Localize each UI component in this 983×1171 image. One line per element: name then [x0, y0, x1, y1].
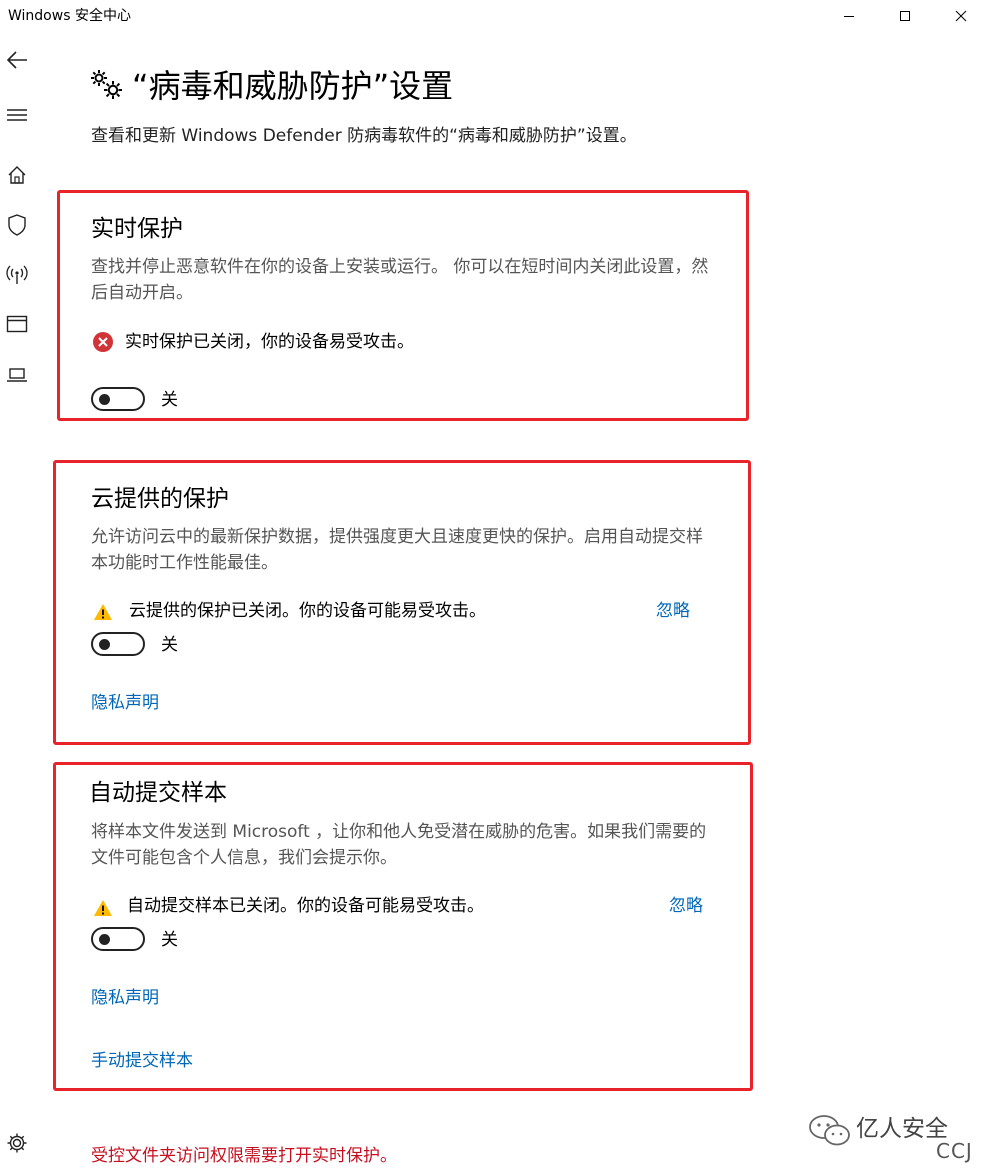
sidebar-item-virus-protection[interactable]	[4, 212, 30, 238]
toggle-knob	[99, 639, 110, 650]
close-button[interactable]	[938, 0, 983, 32]
cloud-protection-toggle-state: 关	[161, 635, 178, 655]
close-icon	[955, 10, 967, 22]
sample-submission-title: 自动提交样本	[89, 780, 227, 806]
error-circle-icon	[93, 332, 113, 352]
sample-submission-dismiss-link[interactable]: 忽略	[669, 894, 703, 918]
warning-triangle-icon	[94, 900, 112, 916]
sample-submission-description: 将样本文件发送到 Microsoft ，让你和他人免受潜在威胁的危害。如果我们需…	[91, 822, 707, 868]
sidebar-nav	[0, 32, 48, 1171]
sample-submission-status: 自动提交样本已关闭。你的设备可能易受攻击。	[127, 896, 484, 916]
realtime-protection-toggle-state: 关	[161, 390, 178, 410]
sidebar-item-app-browser[interactable]	[4, 311, 30, 337]
cloud-protection-toggle[interactable]	[91, 632, 145, 656]
hamburger-menu-icon	[7, 109, 27, 121]
controlled-folder-access-warning: 受控文件夹访问权限需要打开实时保护。	[91, 1146, 397, 1166]
gear-icon[interactable]	[6, 1132, 28, 1154]
maximize-button[interactable]	[882, 0, 928, 32]
toggle-knob	[99, 394, 110, 405]
cloud-protection-title: 云提供的保护	[91, 486, 229, 512]
cloud-protection-privacy-link[interactable]: 隐私声明	[91, 691, 159, 715]
realtime-protection-section: 实时保护 查找并停止恶意软件在你的设备上安装或运行。 你可以在短时间内关闭此设置…	[57, 190, 749, 421]
gears-icon	[91, 70, 122, 99]
sidebar-item-home[interactable]	[4, 162, 30, 188]
sample-submission-privacy-link[interactable]: 隐私声明	[91, 986, 159, 1010]
back-arrow-icon	[6, 51, 27, 69]
sample-submission-section: 自动提交样本 将样本文件发送到 Microsoft ，让你和他人免受潜在威胁的危…	[53, 762, 753, 1091]
watermark-sub: CCJ	[936, 1139, 973, 1163]
watermark: 亿人安全 CCJ	[808, 1112, 978, 1166]
cloud-protection-status: 云提供的保护已关闭。你的设备可能易受攻击。	[129, 601, 486, 621]
wireless-signal-icon	[6, 265, 28, 284]
sample-submission-toggle-state: 关	[161, 930, 178, 950]
minimize-icon	[844, 16, 854, 17]
realtime-protection-status: 实时保护已关闭，你的设备易受攻击。	[125, 332, 414, 352]
realtime-protection-title: 实时保护	[91, 216, 183, 242]
realtime-protection-toggle[interactable]	[91, 387, 145, 411]
minimize-button[interactable]	[826, 0, 872, 32]
realtime-protection-description: 查找并停止恶意软件在你的设备上安装或运行。 你可以在短时间内关闭此设置，然后自动…	[91, 257, 709, 303]
app-title: Windows 安全中心	[8, 8, 131, 24]
warning-triangle-icon	[94, 604, 112, 620]
menu-button[interactable]	[4, 102, 30, 128]
laptop-icon	[7, 368, 27, 382]
maximize-icon	[900, 11, 910, 21]
cloud-protection-dismiss-link[interactable]: 忽略	[656, 599, 690, 623]
shield-icon	[8, 214, 26, 236]
toggle-knob	[99, 934, 110, 945]
page-title: “病毒和威胁防护”设置	[132, 67, 454, 105]
home-icon	[8, 166, 26, 184]
sample-submission-toggle[interactable]	[91, 927, 145, 951]
wechat-logo-icon	[809, 1115, 850, 1146]
sidebar-item-device-security[interactable]	[4, 362, 30, 388]
app-browser-icon	[6, 315, 28, 333]
title-bar: Windows 安全中心	[0, 0, 983, 32]
watermark-text: 亿人安全	[856, 1116, 948, 1142]
cloud-protection-description: 允许访问云中的最新保护数据，提供强度更大且速度更快的保护。启用自动提交样本功能时…	[91, 527, 703, 573]
page-subtitle: 查看和更新 Windows Defender 防病毒软件的“病毒和威胁防护”设置…	[91, 126, 637, 146]
cloud-protection-section: 云提供的保护 允许访问云中的最新保护数据，提供强度更大且速度更快的保护。启用自动…	[53, 460, 751, 745]
sidebar-item-firewall-network[interactable]	[4, 262, 30, 288]
back-button[interactable]	[4, 47, 30, 73]
manual-sample-submit-link[interactable]: 手动提交样本	[91, 1049, 193, 1073]
